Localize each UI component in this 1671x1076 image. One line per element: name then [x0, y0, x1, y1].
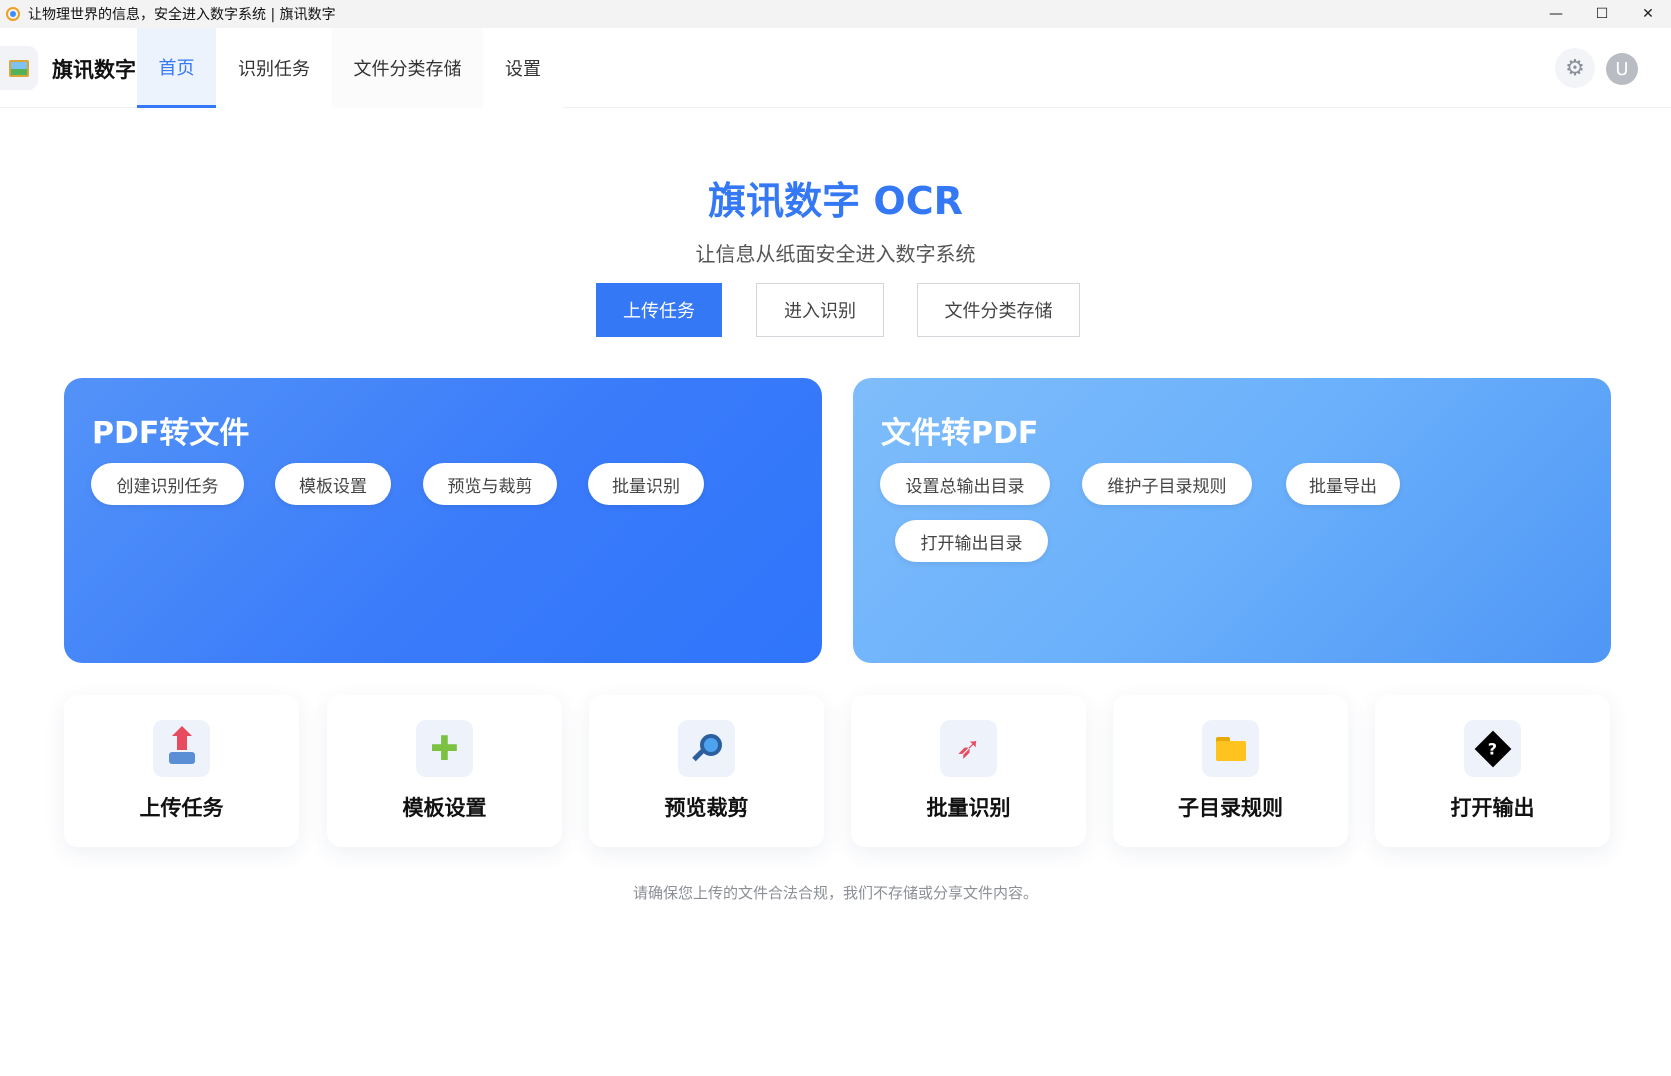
page-subtitle: 让信息从纸面安全进入数字系统 — [695, 242, 976, 266]
nav-tabs: 首页 识别任务 文件分类存储 设置 — [137, 28, 563, 108]
subdir-rules-pill[interactable]: 维护子目录规则 — [1082, 463, 1252, 505]
tab-recognition-tasks[interactable]: 识别任务 — [216, 28, 332, 108]
tab-file-storage[interactable]: 文件分类存储 — [332, 28, 483, 108]
inbox-upload-icon — [168, 725, 195, 764]
tile-template-settings[interactable]: ✚ 模板设置 — [327, 695, 562, 847]
top-navbar: 旗讯数字 首页 识别任务 文件分类存储 设置 ⚙ U — [0, 28, 1671, 108]
app-icon — [6, 7, 20, 21]
tile-open-output[interactable]: ? 打开输出 — [1375, 695, 1610, 847]
pdf-to-file-card: PDF转文件 创建识别任务 模板设置 预览与裁剪 批量识别 — [64, 378, 822, 663]
magnifier-icon — [691, 733, 722, 764]
batch-export-pill[interactable]: 批量导出 — [1286, 463, 1400, 505]
enter-recognition-button[interactable]: 进入识别 — [756, 283, 884, 337]
rocket-icon: ➶ — [955, 731, 982, 766]
folder-icon — [1215, 736, 1246, 761]
gear-icon: ⚙ — [1565, 55, 1585, 81]
picture-icon — [9, 59, 29, 77]
window-controls: — ☐ ✕ — [1533, 0, 1671, 28]
tile-label: 模板设置 — [402, 796, 487, 820]
close-button[interactable]: ✕ — [1625, 0, 1671, 28]
tile-upload-task[interactable]: 上传任务 — [64, 695, 299, 847]
window-title-bar: 让物理世界的信息，安全进入数字系统 | 旗讯数字 — ☐ ✕ — [0, 0, 1671, 28]
set-output-dir-pill[interactable]: 设置总输出目录 — [880, 463, 1050, 505]
tile-label: 打开输出 — [1450, 796, 1535, 820]
maximize-button[interactable]: ☐ — [1579, 0, 1625, 28]
brand-name: 旗讯数字 — [52, 58, 136, 82]
tile-label: 批量识别 — [926, 796, 1011, 820]
template-settings-pill[interactable]: 模板设置 — [275, 463, 391, 505]
settings-button[interactable]: ⚙ — [1555, 48, 1595, 88]
unknown-glyph-icon: ? — [1474, 730, 1511, 767]
page-title: 旗讯数字 OCR — [708, 179, 963, 223]
card-title: 文件转PDF — [881, 416, 1039, 451]
tile-preview-crop[interactable]: 预览裁剪 — [589, 695, 824, 847]
tile-subdir-rules[interactable]: 子目录规则 — [1113, 695, 1348, 847]
create-task-pill[interactable]: 创建识别任务 — [91, 463, 244, 505]
footer-note: 请确保您上传的文件合法合规，我们不存储或分享文件内容。 — [632, 884, 1038, 902]
open-output-dir-pill[interactable]: 打开输出目录 — [895, 520, 1048, 562]
window-title: 让物理世界的信息，安全进入数字系统 | 旗讯数字 — [28, 7, 336, 23]
minimize-button[interactable]: — — [1533, 0, 1579, 28]
puzzle-icon: ✚ — [430, 728, 459, 769]
card-title: PDF转文件 — [92, 416, 250, 451]
tab-home[interactable]: 首页 — [137, 28, 216, 108]
file-to-pdf-card: 文件转PDF 设置总输出目录 维护子目录规则 批量导出 打开输出目录 — [853, 378, 1611, 663]
tile-label: 子目录规则 — [1178, 796, 1283, 820]
tile-batch-recognize[interactable]: ➶ 批量识别 — [851, 695, 1086, 847]
brand-logo[interactable] — [0, 46, 38, 90]
preview-crop-pill[interactable]: 预览与裁剪 — [423, 463, 557, 505]
avatar[interactable]: U — [1606, 53, 1638, 85]
tab-settings[interactable]: 设置 — [483, 28, 563, 108]
upload-task-button[interactable]: 上传任务 — [596, 283, 722, 337]
batch-recognize-pill[interactable]: 批量识别 — [588, 463, 704, 505]
tile-label: 上传任务 — [139, 796, 224, 820]
file-storage-button[interactable]: 文件分类存储 — [917, 283, 1080, 337]
tile-label: 预览裁剪 — [664, 796, 749, 820]
